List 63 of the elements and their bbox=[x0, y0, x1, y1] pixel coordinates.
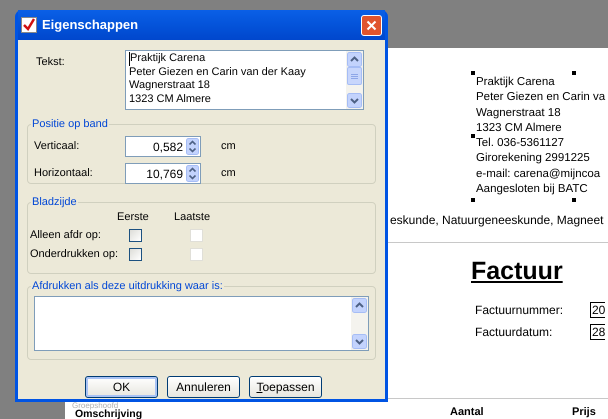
address-line: 1323 CM Almere bbox=[476, 120, 562, 136]
group-legend: Positie op band bbox=[31, 117, 109, 131]
spin-value: 10,769 bbox=[145, 166, 184, 182]
field-value: 28 bbox=[590, 324, 606, 340]
band-label: Groepshoofd bbox=[72, 402, 118, 409]
scrollbar[interactable] bbox=[346, 51, 363, 109]
selection-handle bbox=[471, 134, 475, 138]
dialog-button[interactable]: Annuleren bbox=[167, 376, 240, 398]
scroll-up-button[interactable] bbox=[352, 298, 367, 313]
text-line: Wagnerstraat 18 bbox=[129, 79, 211, 92]
address-line: e-mail: carena@mijncoa bbox=[476, 166, 600, 182]
window-title: Eigenschappen bbox=[42, 16, 140, 34]
dialog-button[interactable]: OK bbox=[85, 376, 158, 398]
tagline-text: eskunde, Natuurgeneeskunde, Magneet bbox=[390, 212, 604, 229]
selection-handle bbox=[572, 198, 576, 202]
unit-label: cm bbox=[221, 139, 236, 154]
spin-value: 0,582 bbox=[152, 138, 184, 156]
checkbox-label: Onderdrukken op: bbox=[29, 246, 120, 262]
spin-arrows-icon[interactable] bbox=[186, 165, 199, 182]
field-label: Tekst: bbox=[35, 55, 66, 70]
scroll-down-button[interactable] bbox=[352, 334, 367, 349]
checkmark-icon bbox=[21, 17, 37, 33]
scroll-down-button[interactable] bbox=[347, 93, 362, 108]
column-header: Prijs bbox=[572, 406, 596, 418]
column-header: Omschrijving bbox=[75, 409, 142, 419]
unit-label: cm bbox=[221, 166, 236, 182]
field-value: 20 bbox=[590, 302, 606, 318]
group-legend: Afdrukken als deze uitdrukking waar is: bbox=[31, 279, 224, 293]
address-line: Tel. 036-5361127 bbox=[476, 136, 564, 152]
scrollbar-thumb[interactable] bbox=[347, 67, 362, 85]
text-line: 1323 CM Almere bbox=[129, 92, 212, 106]
close-icon bbox=[366, 20, 377, 30]
address-line: Aangesloten bij BATC bbox=[476, 182, 588, 198]
close-button[interactable] bbox=[361, 14, 382, 36]
spin-field[interactable]: 10,769 bbox=[125, 163, 201, 184]
address-line: Wagnerstraat 18 bbox=[476, 106, 561, 121]
checkbox[interactable] bbox=[129, 228, 142, 242]
field-label: Horizontaal: bbox=[33, 166, 94, 182]
invoice-title: Factuur bbox=[471, 256, 563, 286]
spin-arrows-icon[interactable] bbox=[186, 138, 199, 155]
checkbox[interactable] bbox=[129, 248, 142, 260]
dialog-button[interactable]: Toepassen bbox=[249, 376, 322, 398]
address-line: Praktijk Carena bbox=[476, 75, 555, 90]
text-area[interactable]: Praktijk Carena Peter Giezen en Carin van der Kaay Wagnerstraat 18 1323 CM Almere bbox=[125, 50, 364, 110]
group-legend: Bladzijde bbox=[31, 195, 78, 209]
selection-handle bbox=[471, 198, 475, 202]
column-header: Aantal bbox=[450, 406, 484, 418]
column-header: Laatste bbox=[174, 210, 210, 225]
selection-handle bbox=[471, 71, 475, 75]
address-line: Peter Giezen en Carin va bbox=[476, 90, 606, 106]
field-label: Factuurdatum: bbox=[475, 324, 554, 341]
address-line: Girorekening 2991225 bbox=[476, 151, 590, 166]
spin-field[interactable]: 0,582 bbox=[125, 136, 201, 157]
checkbox-label: Alleen afdr op: bbox=[29, 228, 102, 243]
column-header: Eerste bbox=[117, 210, 150, 225]
scrollbar[interactable] bbox=[351, 297, 368, 350]
selection-handle bbox=[572, 71, 576, 75]
scroll-up-button[interactable] bbox=[347, 52, 362, 67]
field-label: Verticaal: bbox=[33, 139, 80, 154]
field-label: Factuurnummer: bbox=[475, 302, 564, 319]
text-line: Peter Giezen en Carin van der Kaay bbox=[129, 66, 307, 79]
text-line: Praktijk Carena bbox=[129, 52, 343, 66]
expression-field[interactable] bbox=[34, 296, 369, 351]
